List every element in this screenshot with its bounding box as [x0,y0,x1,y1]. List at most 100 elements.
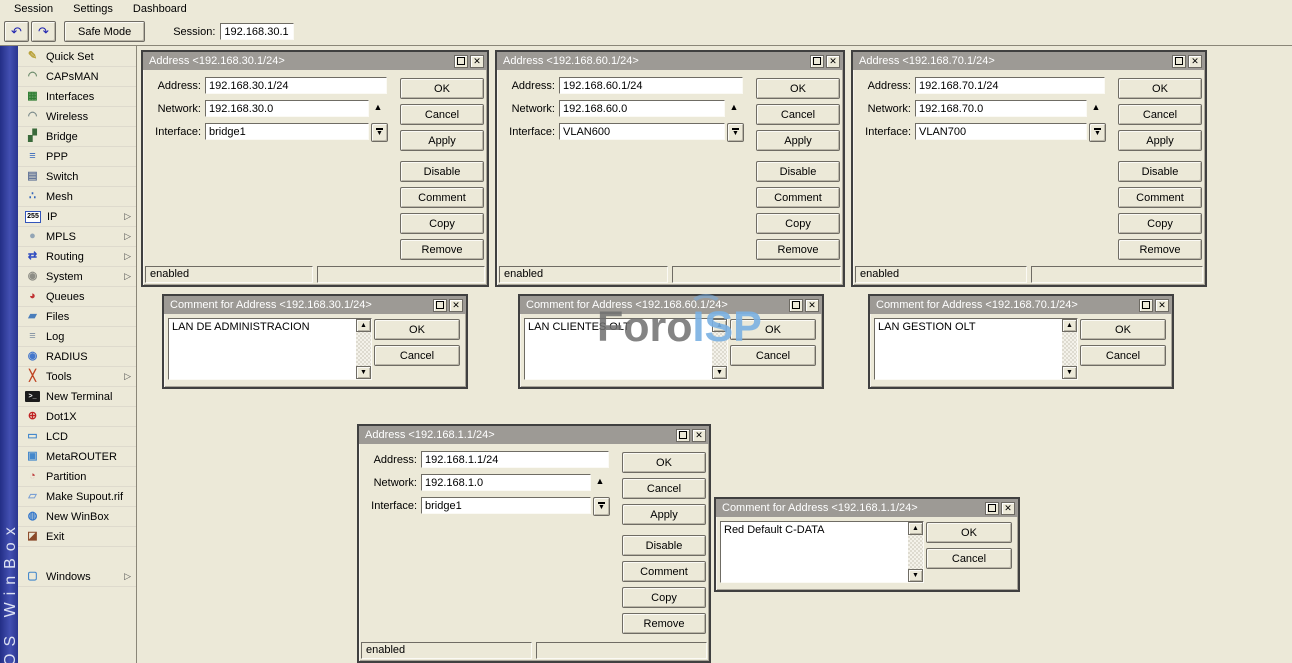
scroll-down-button[interactable]: ▼ [356,366,371,379]
sidebar-item-bridge[interactable]: ▞ Bridge [18,127,136,147]
dialog-titlebar[interactable]: Address <192.168.30.1/24> ✕ [143,52,487,70]
cancel-button[interactable]: Cancel [1118,104,1202,125]
scroll-up-button[interactable]: ▲ [1062,319,1077,332]
scroll-down-button[interactable]: ▼ [1062,366,1077,379]
ok-button[interactable]: OK [400,78,484,99]
interface-input[interactable] [559,123,725,140]
sidebar-item-wireless[interactable]: ◠ Wireless [18,107,136,127]
ok-button[interactable]: OK [622,452,706,473]
interface-input[interactable] [205,123,369,140]
maximize-button[interactable] [1172,55,1186,68]
dialog-titlebar[interactable]: Comment for Address <192.168.30.1/24> ✕ [164,296,466,314]
scroll-down-button[interactable]: ▼ [712,366,727,379]
cancel-button[interactable]: Cancel [756,104,840,125]
network-input[interactable] [205,100,369,117]
apply-button[interactable]: Apply [756,130,840,151]
spin-up-icon[interactable]: ▲ [593,477,607,486]
comment-button[interactable]: Comment [1118,187,1202,208]
sidebar-item-quick-set[interactable]: ✎ Quick Set [18,47,136,67]
cancel-button[interactable]: Cancel [730,345,816,366]
copy-button[interactable]: Copy [756,213,840,234]
sidebar-item-make-supout-rif[interactable]: ▱ Make Supout.rif [18,487,136,507]
sidebar-item-ip[interactable]: 255 IP ▷ [18,207,136,227]
redo-button[interactable]: ↷ [31,21,56,42]
ok-button[interactable]: OK [730,319,816,340]
sidebar-item-mesh[interactable]: ∴ Mesh [18,187,136,207]
menu-settings[interactable]: Settings [63,1,123,17]
maximize-button[interactable] [454,55,468,68]
network-input[interactable] [915,100,1087,117]
sidebar-item-ppp[interactable]: ≡ PPP [18,147,136,167]
scrollbar[interactable]: ▲ ▼ [356,319,371,379]
maximize-button[interactable] [676,429,690,442]
dialog-titlebar[interactable]: Address <192.168.1.1/24> ✕ [359,426,709,444]
close-button[interactable]: ✕ [470,55,484,68]
sidebar-item-switch[interactable]: ▤ Switch [18,167,136,187]
comment-button[interactable]: Comment [756,187,840,208]
maximize-button[interactable] [433,299,447,312]
sidebar-item-windows[interactable]: ▢ Windows ▷ [18,567,136,587]
sidebar-item-dot1x[interactable]: ⊕ Dot1X [18,407,136,427]
interface-input[interactable] [421,497,591,514]
network-input[interactable] [559,100,725,117]
interface-dropdown-button[interactable]: ▼ [727,123,744,142]
copy-button[interactable]: Copy [622,587,706,608]
cancel-button[interactable]: Cancel [926,548,1012,569]
disable-button[interactable]: Disable [400,161,484,182]
close-button[interactable]: ✕ [826,55,840,68]
interface-dropdown-button[interactable]: ▼ [1089,123,1106,142]
menu-dashboard[interactable]: Dashboard [123,1,197,17]
cancel-button[interactable]: Cancel [1080,345,1166,366]
maximize-button[interactable] [985,502,999,515]
close-button[interactable]: ✕ [1188,55,1202,68]
sidebar-item-lcd[interactable]: ▭ LCD [18,427,136,447]
sidebar-item-files[interactable]: ▰ Files [18,307,136,327]
maximize-button[interactable] [810,55,824,68]
ok-button[interactable]: OK [374,319,460,340]
comment-textarea[interactable]: LAN DE ADMINISTRACION ▲ ▼ [168,318,372,380]
dialog-titlebar[interactable]: Address <192.168.60.1/24> ✕ [497,52,843,70]
sidebar-item-new-winbox[interactable]: ◍ New WinBox [18,507,136,527]
close-button[interactable]: ✕ [449,299,463,312]
spin-up-icon[interactable]: ▲ [1089,103,1103,112]
scrollbar[interactable]: ▲ ▼ [712,319,727,379]
close-button[interactable]: ✕ [1155,299,1169,312]
sidebar-item-metarouter[interactable]: ▣ MetaROUTER [18,447,136,467]
copy-button[interactable]: Copy [400,213,484,234]
spin-up-icon[interactable]: ▲ [371,103,385,112]
remove-button[interactable]: Remove [622,613,706,634]
comment-textarea[interactable]: Red Default C-DATA ▲ ▼ [720,521,924,583]
sidebar-item-routing[interactable]: ⇄ Routing ▷ [18,247,136,267]
undo-button[interactable]: ↶ [4,21,29,42]
maximize-button[interactable] [789,299,803,312]
comment-textarea[interactable]: LAN CLIENTES OLT ▲ ▼ [524,318,728,380]
dialog-titlebar[interactable]: Comment for Address <192.168.1.1/24> ✕ [716,499,1018,517]
apply-button[interactable]: Apply [622,504,706,525]
disable-button[interactable]: Disable [1118,161,1202,182]
sidebar-item-system[interactable]: ◉ System ▷ [18,267,136,287]
spin-up-icon[interactable]: ▲ [727,103,741,112]
close-button[interactable]: ✕ [805,299,819,312]
sidebar-item-interfaces[interactable]: ▦ Interfaces [18,87,136,107]
sidebar-item-exit[interactable]: ◪ Exit [18,527,136,547]
dialog-titlebar[interactable]: Comment for Address <192.168.70.1/24> ✕ [870,296,1172,314]
close-button[interactable]: ✕ [1001,502,1015,515]
cancel-button[interactable]: Cancel [622,478,706,499]
disable-button[interactable]: Disable [622,535,706,556]
comment-button[interactable]: Comment [400,187,484,208]
sidebar-item-mpls[interactable]: ● MPLS ▷ [18,227,136,247]
address-input[interactable] [559,77,743,94]
dialog-titlebar[interactable]: Address <192.168.70.1/24> ✕ [853,52,1205,70]
interface-dropdown-button[interactable]: ▼ [371,123,388,142]
scroll-up-button[interactable]: ▲ [712,319,727,332]
network-input[interactable] [421,474,591,491]
address-input[interactable] [915,77,1105,94]
apply-button[interactable]: Apply [1118,130,1202,151]
menu-session[interactable]: Session [4,1,63,17]
cancel-button[interactable]: Cancel [374,345,460,366]
remove-button[interactable]: Remove [1118,239,1202,260]
comment-textarea[interactable]: LAN GESTION OLT ▲ ▼ [874,318,1078,380]
ok-button[interactable]: OK [1118,78,1202,99]
sidebar-item-radius[interactable]: ◉ RADIUS [18,347,136,367]
scrollbar[interactable]: ▲ ▼ [1062,319,1077,379]
